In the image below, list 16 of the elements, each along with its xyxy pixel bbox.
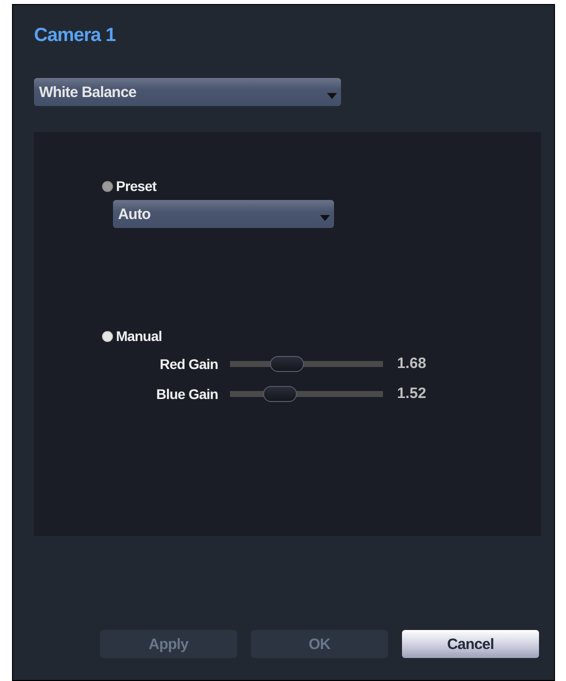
slider-thumb[interactable]	[263, 386, 298, 402]
dialog-button[interactable]: Cancel	[402, 630, 539, 658]
radio-label: Manual	[116, 328, 162, 344]
slider-value: 1.68	[397, 355, 426, 372]
radio-button[interactable]	[102, 330, 113, 342]
dropdown[interactable]: White Balance	[34, 78, 341, 106]
slider-value: 1.52	[397, 385, 426, 402]
window-title: Camera 1	[34, 25, 117, 48]
slider-label: Red Gain	[158, 356, 218, 372]
slider-thumb[interactable]	[270, 356, 304, 372]
radio-label: Preset	[116, 178, 156, 194]
dropdown[interactable]: Auto	[113, 200, 334, 228]
caret-icon	[327, 93, 337, 99]
caret-icon	[320, 215, 330, 221]
radio-button[interactable]	[102, 180, 113, 192]
slider-label: Blue Gain	[155, 386, 218, 402]
